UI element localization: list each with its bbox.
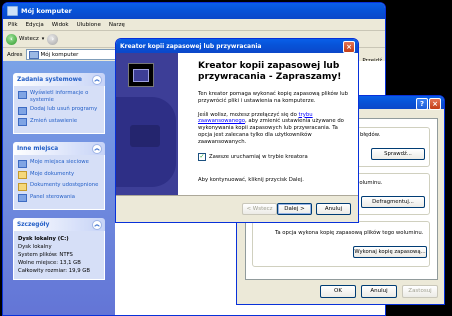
task-label: Wyświetl informacje o systemie	[30, 90, 89, 103]
check-button[interactable]: Sprawdź...	[371, 148, 425, 160]
next-button[interactable]: Dalej >	[277, 203, 312, 215]
address-value: Mój komputer	[40, 51, 79, 58]
backup-button[interactable]: Wykonaj kopię zapasową...	[353, 246, 427, 258]
drive-name: Dysk lokalny (C:)	[18, 236, 69, 242]
computer-icon	[7, 6, 18, 16]
help-icon[interactable]: ?	[416, 98, 428, 110]
checkbox-checked-icon[interactable]: ✓	[198, 152, 206, 161]
panel-body: Wyświetl informacje o systemie Dodaj lub…	[13, 86, 105, 134]
task-item[interactable]: Moje dokumenty	[18, 170, 100, 179]
panel-header[interactable]: Zadania systemowe ︽	[13, 73, 105, 86]
folder-icon	[18, 171, 27, 179]
info-icon	[18, 90, 27, 99]
wizard-content: Kreator kopii zapasowej lub przywracania…	[178, 53, 358, 195]
backup-wizard-dialog: Kreator kopii zapasowej lub przywracania…	[115, 38, 359, 223]
task-label: Moje miejsca sieciowe	[30, 159, 89, 165]
folder-icon	[18, 182, 27, 191]
task-item[interactable]: Zmień ustawienie	[18, 117, 100, 126]
defrag-text: woluminu.	[355, 180, 383, 186]
wizard-advanced-text: Jeśli wolisz, możesz przełączyć się do t…	[198, 112, 350, 146]
forward-arrow-icon[interactable]: ›	[47, 33, 59, 45]
menu-bar: Plik Edycja Widok Ulubione Narzę	[3, 19, 385, 31]
collapse-icon[interactable]: ︽	[92, 144, 102, 154]
panel-title: Zadania systemowe	[17, 76, 82, 83]
backup-group: Ta opcja wykona kopię zapasową plików te…	[252, 221, 430, 267]
collapse-icon[interactable]: ︽	[92, 220, 102, 230]
backup-wizard-icon	[128, 63, 154, 87]
drive-free-space: Wolne miejsce: 13,1 GB	[18, 260, 81, 266]
task-item[interactable]: Panel sterowania	[18, 193, 100, 202]
wizard-heading: Kreator kopii zapasowej lub przywracania…	[198, 61, 342, 82]
task-label: Dokumenty udostępnione	[30, 182, 99, 188]
task-item[interactable]: Wyświetl informacje o systemie	[18, 90, 100, 103]
cancel-button[interactable]: Anuluj	[316, 203, 351, 215]
panel-other-places: Inne miejsca ︽ Moje miejsca sieciowe Moj…	[13, 142, 105, 210]
wizard-title-bar[interactable]: Kreator kopii zapasowej lub przywracania…	[116, 39, 358, 53]
close-icon[interactable]: ×	[429, 98, 441, 110]
ok-button[interactable]: OK	[320, 285, 356, 298]
computer-icon	[28, 50, 39, 59]
title-buttons: ? ×	[416, 98, 441, 110]
wizard-title: Kreator kopii zapasowej lub przywracania	[120, 42, 262, 50]
settings-icon	[18, 118, 27, 126]
cancel-button[interactable]: Anuluj	[361, 285, 397, 298]
back-button[interactable]: ‹ Wstecz	[6, 33, 39, 45]
wizard-continue-text: Aby kontynuować, kliknij przycisk Dalej.	[198, 176, 304, 183]
wizard-button-bar: < Wstecz Dalej > Anuluj	[116, 195, 358, 222]
task-item[interactable]: Dodaj lub usuń programy	[18, 106, 100, 115]
drive-type: Dysk lokalny	[18, 244, 52, 250]
backup-text: Ta opcja wykona kopię zapasową plików te…	[275, 230, 424, 236]
control-panel-icon	[18, 194, 27, 202]
task-label: Moje dokumenty	[30, 170, 75, 177]
back-arrow-icon: ‹	[6, 33, 17, 45]
explorer-title-bar[interactable]: Mój komputer	[3, 3, 385, 19]
drive-total-size: Całkowity rozmiar: 19,9 GB	[18, 268, 90, 274]
explorer-title: Mój komputer	[21, 7, 72, 15]
advanced-text-start: Jeśli wolisz, możesz przełączyć się do	[198, 111, 299, 118]
network-icon	[18, 159, 27, 168]
wizard-side-banner	[116, 53, 178, 195]
task-label: Zmień ustawienie	[30, 117, 78, 124]
task-pane: Zadania systemowe ︽ Wyświetl informacje …	[3, 61, 115, 315]
menu-tools[interactable]: Narzę	[109, 22, 125, 28]
title-buttons: ×	[343, 41, 355, 53]
close-icon[interactable]: ×	[343, 41, 355, 53]
defrag-button[interactable]: Defragmentuj...	[361, 196, 425, 208]
panel-title: Szczegóły	[17, 221, 50, 228]
task-item[interactable]: Dokumenty udostępnione	[18, 182, 100, 191]
programs-icon	[18, 106, 27, 115]
back-button[interactable]: < Wstecz	[242, 203, 277, 215]
menu-view[interactable]: Widok	[52, 22, 69, 28]
back-label: Wstecz	[19, 36, 39, 42]
menu-favorites[interactable]: Ulubione	[77, 22, 101, 28]
wizard-mode-checkbox-row[interactable]: ✓ Zawsze uruchamiaj w trybie kreatora	[198, 152, 350, 161]
back-dropdown-icon[interactable]: ▾	[42, 36, 45, 42]
panel-body: Dysk lokalny (C:) Dysk lokalny System pl…	[13, 231, 105, 280]
panel-system-tasks: Zadania systemowe ︽ Wyświetl informacje …	[13, 73, 105, 134]
task-label: Panel sterowania	[30, 193, 76, 200]
panel-title: Inne miejsca	[17, 145, 59, 152]
panel-details: Szczegóły ︽ Dysk lokalny (C:) Dysk lokal…	[13, 218, 105, 280]
panel-body: Moje miejsca sieciowe Moje dokumenty Dok…	[13, 155, 105, 210]
properties-footer: OK Anuluj Zastosuj	[320, 285, 438, 298]
drive-filesystem: System plików: NTFS	[18, 252, 73, 258]
task-item[interactable]: Moje miejsca sieciowe	[18, 159, 100, 168]
banner-decoration	[130, 125, 160, 147]
collapse-icon[interactable]: ︽	[92, 75, 102, 85]
panel-header[interactable]: Szczegóły ︽	[13, 218, 105, 231]
wizard-intro: Ten kreator pomaga wykonać kopię zapasow…	[198, 91, 348, 104]
panel-header[interactable]: Inne miejsca ︽	[13, 142, 105, 155]
menu-file[interactable]: Plik	[8, 22, 18, 28]
apply-button[interactable]: Zastosuj	[402, 285, 438, 298]
task-label: Dodaj lub usuń programy	[30, 106, 98, 112]
address-label: Adres	[7, 51, 23, 58]
checkbox-label: Zawsze uruchamiaj w trybie kreatora	[209, 153, 308, 160]
menu-edit[interactable]: Edycja	[26, 22, 44, 28]
